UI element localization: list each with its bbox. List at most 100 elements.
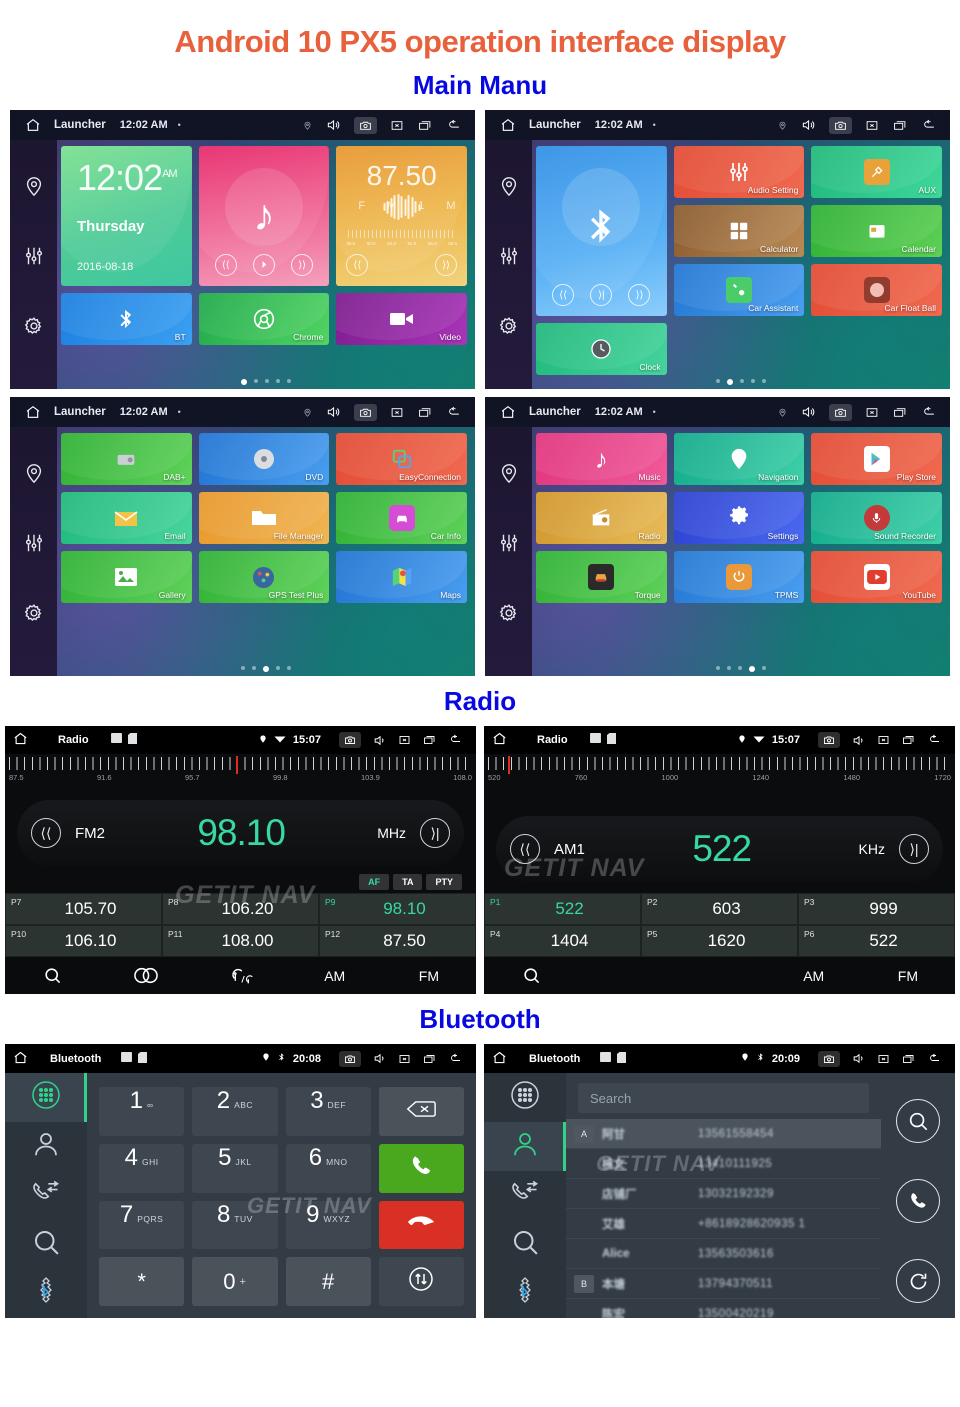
- back-icon[interactable]: [448, 1053, 464, 1065]
- list-item[interactable]: B 本塘 13794370511: [566, 1269, 881, 1299]
- next-icon[interactable]: ⟩⟩: [435, 254, 457, 276]
- close-icon[interactable]: [390, 406, 404, 419]
- next-station-button[interactable]: ⟩|: [420, 818, 450, 848]
- app-tile-audio-setting[interactable]: Audio Setting: [673, 146, 805, 198]
- screenshot-icon[interactable]: [829, 403, 852, 421]
- settings-icon[interactable]: [23, 315, 45, 342]
- list-item[interactable]: Alice 13563503616: [566, 1239, 881, 1269]
- clock-widget[interactable]: 12:02AM Thursday 2016-08-18: [61, 146, 192, 286]
- close-icon[interactable]: [877, 1053, 890, 1065]
- local-distant-button[interactable]: [193, 967, 287, 985]
- close-icon[interactable]: [398, 1053, 411, 1065]
- close-icon[interactable]: [390, 119, 404, 132]
- preset-cell[interactable]: P6 522: [798, 925, 955, 957]
- key-hash[interactable]: #: [285, 1257, 371, 1306]
- app-tile-gps-test-plus[interactable]: GPS Test Plus: [198, 551, 330, 603]
- list-item[interactable]: 店铺厂 13032192329: [566, 1179, 881, 1209]
- settings-icon[interactable]: [23, 602, 45, 629]
- navigation-icon[interactable]: [23, 175, 45, 202]
- close-icon[interactable]: [398, 734, 411, 746]
- app-tile-calendar[interactable]: Calendar: [811, 205, 942, 257]
- app-tile-gallery[interactable]: Gallery: [61, 551, 192, 603]
- app-tile-clock[interactable]: Clock: [536, 323, 667, 375]
- close-icon[interactable]: [865, 119, 879, 132]
- radio-widget[interactable]: 87.50 FM1MHz 88.5 90.0 92.3 94.5: [336, 146, 467, 286]
- close-icon[interactable]: [877, 734, 890, 746]
- stereo-button[interactable]: [99, 967, 193, 984]
- call-button[interactable]: [378, 1143, 464, 1193]
- home-icon[interactable]: [492, 731, 507, 749]
- key-7[interactable]: 7 PQRS: [99, 1200, 185, 1250]
- back-icon[interactable]: [448, 734, 464, 746]
- sidebar-item-contacts[interactable]: [5, 1122, 87, 1171]
- home-icon[interactable]: [18, 117, 48, 133]
- key-0[interactable]: 0 +: [192, 1257, 278, 1306]
- preset-cell[interactable]: P9 98.10: [319, 893, 476, 925]
- preset-cell[interactable]: P3 999: [798, 893, 955, 925]
- key-8[interactable]: 8 TUV: [192, 1200, 278, 1250]
- sidebar-item-bluetooth-settings[interactable]: [484, 1269, 566, 1318]
- app-tile-file-manager[interactable]: File Manager: [198, 492, 330, 544]
- home-icon[interactable]: [13, 1050, 28, 1068]
- preset-cell[interactable]: P11 108.00: [162, 925, 319, 957]
- key-2[interactable]: 2 ABC: [192, 1087, 278, 1136]
- equalizer-icon[interactable]: [498, 245, 520, 272]
- app-tile-car-assistant[interactable]: Car Assistant: [673, 264, 805, 316]
- app-tile-video[interactable]: Video: [336, 293, 467, 345]
- preset-cell[interactable]: P2 603: [641, 893, 798, 925]
- list-item[interactable]: 桃文 13410111925: [566, 1149, 881, 1179]
- recents-icon[interactable]: [422, 1053, 437, 1065]
- prev-station-button[interactable]: ⟨⟨: [31, 818, 61, 848]
- bluetooth-widget[interactable]: ⟨⟨ ⟩| ⟩⟩: [536, 146, 667, 316]
- prev-station-button[interactable]: ⟨⟨: [510, 834, 540, 864]
- next-icon[interactable]: ⟩⟩: [628, 284, 651, 306]
- settings-icon[interactable]: [498, 602, 520, 629]
- equalizer-icon[interactable]: [23, 532, 45, 559]
- app-tile-aux[interactable]: AUX: [811, 146, 942, 198]
- home-icon[interactable]: [18, 404, 48, 420]
- app-tile-maps[interactable]: Maps: [336, 551, 467, 603]
- prev-icon[interactable]: ⟨⟨: [214, 254, 237, 276]
- app-tile-car-float-ball[interactable]: Car Float Ball: [811, 264, 942, 316]
- scan-button[interactable]: [484, 966, 578, 985]
- home-icon[interactable]: [13, 731, 28, 749]
- sidebar-item-search[interactable]: [484, 1220, 566, 1269]
- app-tile-email[interactable]: Email: [61, 492, 192, 544]
- sidebar-item-dialpad[interactable]: [484, 1073, 566, 1122]
- sidebar-item-contacts[interactable]: [484, 1122, 566, 1171]
- app-tile-calculator[interactable]: Calculator: [673, 205, 805, 257]
- am-button[interactable]: AM: [288, 968, 382, 984]
- sidebar-item-call-log[interactable]: [5, 1171, 87, 1220]
- home-icon[interactable]: [492, 1050, 507, 1068]
- app-tile-settings[interactable]: Settings: [673, 492, 805, 544]
- list-item[interactable]: 艾雄 +8618928620935 1: [566, 1209, 881, 1239]
- key-4[interactable]: 4 GHI: [99, 1143, 185, 1193]
- play-pause-icon[interactable]: ⟩|: [590, 284, 613, 306]
- equalizer-icon[interactable]: [498, 532, 520, 559]
- fm-button[interactable]: FM: [382, 968, 476, 984]
- screenshot-icon[interactable]: [339, 1050, 361, 1067]
- volume-icon[interactable]: [325, 405, 341, 419]
- frequency-ruler[interactable]: 87.5 91.6 95.7 99.8 103.9 108.0: [5, 754, 476, 794]
- preset-cell[interactable]: P12 87.50: [319, 925, 476, 957]
- audio-transfer-button[interactable]: [378, 1257, 464, 1306]
- key-9[interactable]: 9 WXYZ: [285, 1200, 371, 1250]
- preset-cell[interactable]: P4 1404: [484, 925, 641, 957]
- app-tile-music[interactable]: ♪ Music: [536, 433, 667, 485]
- list-item[interactable]: 陈宏 13500420219: [566, 1299, 881, 1319]
- preset-cell[interactable]: P7 105.70: [5, 893, 162, 925]
- app-tile-car-info[interactable]: Car Info: [336, 492, 467, 544]
- sidebar-item-dialpad[interactable]: [5, 1073, 87, 1122]
- fm-button[interactable]: FM: [861, 968, 955, 984]
- app-tile-dvd[interactable]: DVD: [198, 433, 330, 485]
- screenshot-icon[interactable]: [354, 116, 377, 134]
- app-tile-radio[interactable]: Radio: [536, 492, 667, 544]
- settings-icon[interactable]: [498, 315, 520, 342]
- backspace-button[interactable]: [378, 1087, 464, 1136]
- frequency-ruler[interactable]: 520 760 1000 1240 1480 1720: [484, 754, 955, 794]
- recents-icon[interactable]: [892, 406, 908, 419]
- next-icon[interactable]: ⟩⟩: [291, 254, 314, 276]
- navigation-icon[interactable]: [498, 175, 520, 202]
- contacts-list[interactable]: A 阿甘 13561558454 桃文 13410111925 店铺厂 1303…: [566, 1119, 881, 1318]
- app-tile-bt[interactable]: BT: [61, 293, 192, 345]
